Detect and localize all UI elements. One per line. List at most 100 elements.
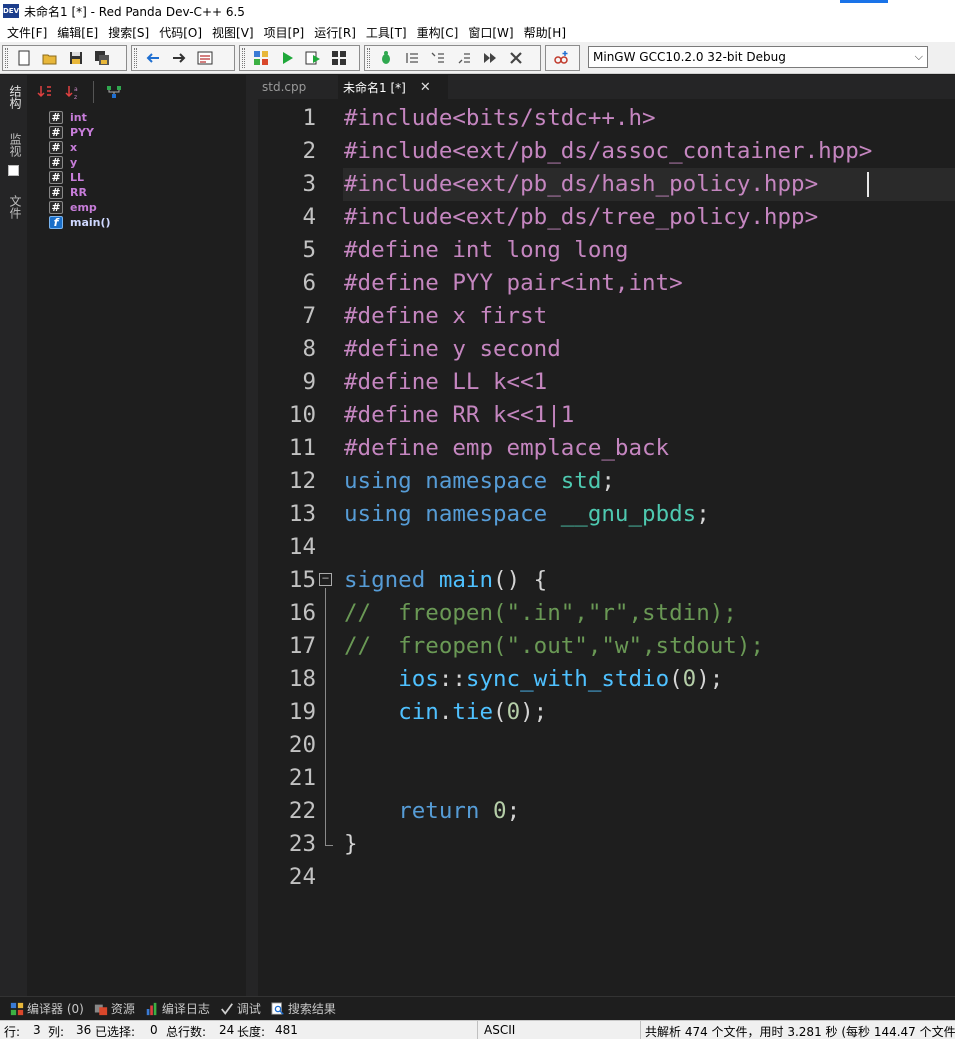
status-sel: 0 [150, 1023, 158, 1037]
list-item-label: y [70, 156, 78, 169]
status-encoding[interactable]: ASCII [484, 1023, 515, 1037]
tab-search-results[interactable]: 搜索结果 [271, 1000, 336, 1017]
menu-help[interactable]: 帮助[H] [519, 24, 571, 41]
list-item[interactable]: # emp [49, 200, 97, 215]
step-out-button[interactable] [451, 47, 477, 69]
list-item-label: int [70, 111, 87, 124]
fold-toggle-icon[interactable]: − [319, 572, 332, 586]
line-number: 16 [288, 600, 316, 626]
close-icon[interactable]: ✕ [420, 80, 431, 95]
menu-edit[interactable]: 编辑[E] [52, 24, 103, 41]
tab-untitled1[interactable]: 未命名1 [*] ✕ [338, 75, 448, 99]
status-sel-label: 已选择: [95, 1025, 136, 1039]
list-item[interactable]: # x [49, 140, 77, 155]
line-number-gutter: 1 2 3 4 5 6 7 8 9 10 11 12 13 14 15 16 1… [258, 99, 318, 996]
step-over-button[interactable] [399, 47, 425, 69]
line-number: 15 [288, 567, 316, 593]
code-editor[interactable]: 1 2 3 4 5 6 7 8 9 10 11 12 13 14 15 16 1… [258, 99, 955, 996]
debug-button[interactable] [373, 47, 399, 69]
chevron-down-icon: ⌵ [914, 50, 923, 63]
format-button[interactable] [192, 47, 218, 69]
line-number: 3 [302, 171, 316, 197]
define-icon: # [49, 111, 63, 124]
show-inherited-button[interactable] [102, 81, 126, 103]
menu-bar: 文件[F] 编辑[E] 搜索[S] 代码[O] 视图[V] 项目[P] 运行[R… [0, 22, 955, 42]
arrow-right-icon [173, 53, 186, 63]
list-item[interactable]: # int [49, 110, 87, 125]
list-item[interactable]: # LL [49, 170, 84, 185]
run-button[interactable] [274, 47, 300, 69]
add-watch-icon [554, 51, 568, 64]
svg-text:a: a [74, 86, 78, 93]
code-line: #define RR k<<1|1 [344, 402, 575, 428]
compile-run-button[interactable] [300, 47, 326, 69]
code-line: #define int long long [344, 237, 629, 263]
save-all-icon [95, 51, 109, 65]
define-icon: # [49, 126, 63, 139]
tab-resources[interactable]: 资源 [94, 1000, 135, 1017]
tab-label: 编译器 (0) [27, 1002, 84, 1016]
back-button[interactable] [140, 47, 166, 69]
bug-icon [382, 51, 390, 64]
nav-toolbar-group [131, 45, 235, 71]
tab-structure[interactable]: 结构 [6, 85, 22, 109]
toolbar-grip[interactable] [5, 48, 8, 68]
toolbar-grip[interactable] [242, 48, 245, 68]
menu-project[interactable]: 项目[P] [259, 24, 310, 41]
new-file-button[interactable] [11, 47, 37, 69]
sort-alpha-button[interactable]: az [61, 81, 85, 103]
menu-code[interactable]: 代码[O] [154, 24, 207, 41]
menu-search[interactable]: 搜索[S] [103, 24, 154, 41]
tab-compiler[interactable]: 编译器 (0) [10, 1000, 84, 1017]
list-item[interactable]: # PYY [49, 125, 94, 140]
menu-run[interactable]: 运行[R] [309, 24, 361, 41]
menu-view[interactable]: 视图[V] [207, 24, 259, 41]
new-file-icon [18, 50, 30, 66]
compile-button[interactable] [248, 47, 274, 69]
stop-debug-button[interactable] [503, 47, 529, 69]
list-item-label: LL [70, 171, 85, 184]
tab-compile-log[interactable]: 编译日志 [145, 1000, 210, 1017]
save-button[interactable] [63, 47, 89, 69]
forward-button[interactable] [166, 47, 192, 69]
line-number: 9 [302, 369, 316, 395]
toolbar-grip[interactable] [134, 48, 137, 68]
menu-window[interactable]: 窗口[W] [463, 24, 518, 41]
tab-watch[interactable]: 监视 [6, 133, 22, 157]
open-folder-icon [42, 54, 57, 65]
toolbar-grip[interactable] [367, 48, 370, 68]
step-into-button[interactable] [425, 47, 451, 69]
add-watch-button[interactable] [548, 47, 574, 69]
list-item[interactable]: # RR [49, 185, 87, 200]
title-bar: DEV 未命名1 [*] - Red Panda Dev-C++ 6.5 [0, 0, 955, 22]
save-all-button[interactable] [89, 47, 115, 69]
menu-refactor[interactable]: 重构[C] [412, 24, 464, 41]
tab-files[interactable]: 文件 [6, 195, 22, 219]
step-over-icon [406, 53, 418, 63]
list-item[interactable]: # y [49, 155, 77, 170]
sort-by-type-button[interactable] [33, 81, 57, 103]
line-number: 17 [288, 633, 316, 659]
menu-file[interactable]: 文件[F] [2, 24, 52, 41]
tab-debug[interactable]: 调试 [220, 1000, 261, 1017]
tab-std-cpp[interactable]: std.cpp [258, 75, 338, 99]
status-line-label: 行: [4, 1025, 21, 1039]
continue-button[interactable] [477, 47, 503, 69]
step-out-icon [458, 53, 470, 64]
line-number: 4 [302, 204, 316, 230]
compiler-select[interactable]: MinGW GCC10.2.0 32-bit Debug ⌵ [588, 46, 928, 68]
line-number: 8 [302, 336, 316, 362]
bar-chart-icon [146, 1002, 157, 1015]
file-toolbar-group [2, 45, 127, 71]
code-line: using namespace std; [344, 468, 615, 494]
tab-label: 资源 [110, 1002, 135, 1016]
list-item[interactable]: f main() [49, 215, 111, 230]
open-file-button[interactable] [37, 47, 63, 69]
rebuild-button[interactable] [326, 47, 352, 69]
menu-tools[interactable]: 工具[T] [361, 24, 412, 41]
debug-toolbar-group [364, 45, 541, 71]
code-line: #include<ext/pb_ds/tree_policy.hpp> [344, 204, 819, 230]
status-len: 481 [275, 1023, 298, 1037]
status-parse-info: 共解析 474 个文件，用时 3.281 秒 (每秒 144.47 个文件) [645, 1025, 955, 1039]
save-icon [70, 52, 82, 64]
